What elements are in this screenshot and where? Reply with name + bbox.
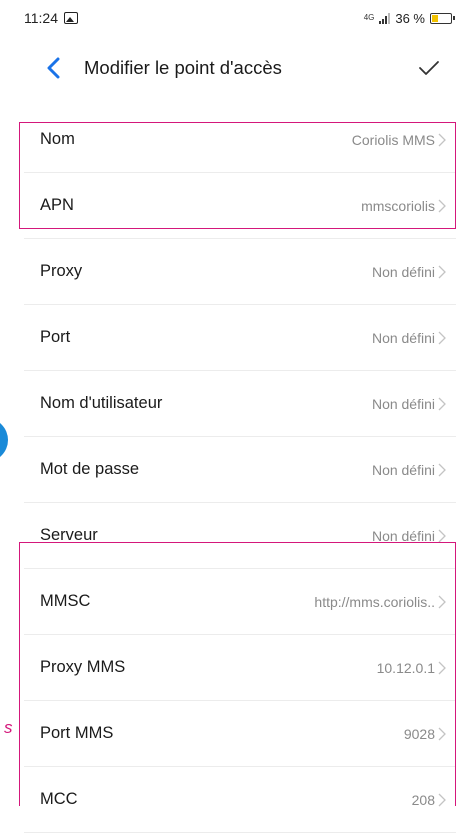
battery-icon xyxy=(430,12,455,24)
row-value: 208 xyxy=(411,791,435,808)
apn-row[interactable]: Serveur Non défini xyxy=(24,503,456,569)
row-value-group: Non défini xyxy=(372,330,448,346)
status-left: 11:24 xyxy=(24,10,78,26)
chevron-right-icon xyxy=(438,661,448,675)
row-value: Coriolis MMS xyxy=(351,131,435,148)
row-value-group: 9028 xyxy=(404,726,448,742)
row-value-group: Non défini xyxy=(372,462,448,478)
title-bar: Modifier le point d'accès xyxy=(24,44,456,92)
chevron-right-icon xyxy=(438,793,448,807)
row-value: 10.12.0.1 xyxy=(376,659,435,676)
network-type: 4G xyxy=(363,13,375,22)
row-label: MCC xyxy=(40,790,78,808)
row-value: mmscoriolis xyxy=(361,197,435,214)
signal-strength-icon xyxy=(379,12,391,24)
battery-percent: 36 % xyxy=(395,10,425,26)
apn-settings-list: Nom Coriolis MMS APN mmscoriolis Proxy Non dé… xyxy=(24,107,456,833)
apn-row[interactable]: Proxy MMS 10.12.0.1 xyxy=(24,635,456,701)
row-label: Nom d'utilisateur xyxy=(40,394,163,412)
chevron-right-icon xyxy=(438,199,448,213)
apn-row[interactable]: Nom d'utilisateur Non défini xyxy=(24,371,456,437)
row-label: Nom xyxy=(40,130,75,148)
apn-row[interactable]: Proxy Non défini xyxy=(24,239,456,305)
side-marker xyxy=(0,418,8,462)
row-value-group: mmscoriolis xyxy=(361,198,448,214)
row-label: Port xyxy=(40,328,71,346)
row-value: Non défini xyxy=(371,527,435,544)
row-label: Serveur xyxy=(40,526,98,544)
row-label: APN xyxy=(40,196,74,214)
row-value-group: 208 xyxy=(412,792,448,808)
chevron-right-icon xyxy=(438,463,448,477)
chevron-left-icon[interactable] xyxy=(38,53,68,83)
row-label: Port MMS xyxy=(40,724,114,742)
apn-row[interactable]: Port Non défini xyxy=(24,305,456,371)
chevron-right-icon xyxy=(438,397,448,411)
row-value-group: http://mms.coriolis.. xyxy=(314,594,448,610)
page-title: Modifier le point d'accès xyxy=(84,57,282,78)
chevron-right-icon xyxy=(438,331,448,345)
row-value: Non défini xyxy=(371,263,435,280)
chevron-right-icon xyxy=(438,529,448,543)
row-value: 9028 xyxy=(403,725,435,742)
chevron-right-icon xyxy=(438,595,448,609)
row-label: Mot de passe xyxy=(40,460,140,478)
apn-row[interactable]: MMSC http://mms.coriolis.. xyxy=(24,569,456,635)
status-bar: 11:24 4G 36 % xyxy=(24,0,456,36)
row-value: Non défini xyxy=(371,329,435,346)
apn-row[interactable]: Port MMS 9028 xyxy=(24,701,456,767)
row-value: Non défini xyxy=(371,395,435,412)
chevron-right-icon xyxy=(438,265,448,279)
status-time: 11:24 xyxy=(24,10,58,26)
row-value-group: 10.12.0.1 xyxy=(377,660,448,676)
status-right: 4G 36 % xyxy=(364,11,456,26)
apn-row[interactable]: Nom Coriolis MMS xyxy=(24,107,456,173)
row-value-group: Non défini xyxy=(372,396,448,412)
row-label: Proxy MMS xyxy=(40,658,126,676)
row-value-group: Coriolis MMS xyxy=(352,132,448,148)
row-value-group: Non défini xyxy=(372,264,448,280)
checkmark-icon[interactable] xyxy=(414,53,444,83)
annotation-fragment: s xyxy=(4,718,13,737)
apn-row[interactable]: APN mmscoriolis xyxy=(24,173,456,239)
apn-row[interactable]: Mot de passe Non défini xyxy=(24,437,456,503)
row-label: Proxy xyxy=(40,262,83,280)
apn-row[interactable]: MCC 208 xyxy=(24,767,456,833)
image-notification-icon xyxy=(64,12,78,24)
battery-level-fill xyxy=(432,14,439,22)
row-value: Non défini xyxy=(371,461,435,478)
row-value-group: Non défini xyxy=(372,528,448,544)
row-label: MMSC xyxy=(40,592,91,610)
chevron-right-icon xyxy=(438,133,448,147)
row-value: http://mms.coriolis.. xyxy=(314,593,435,610)
chevron-right-icon xyxy=(438,727,448,741)
